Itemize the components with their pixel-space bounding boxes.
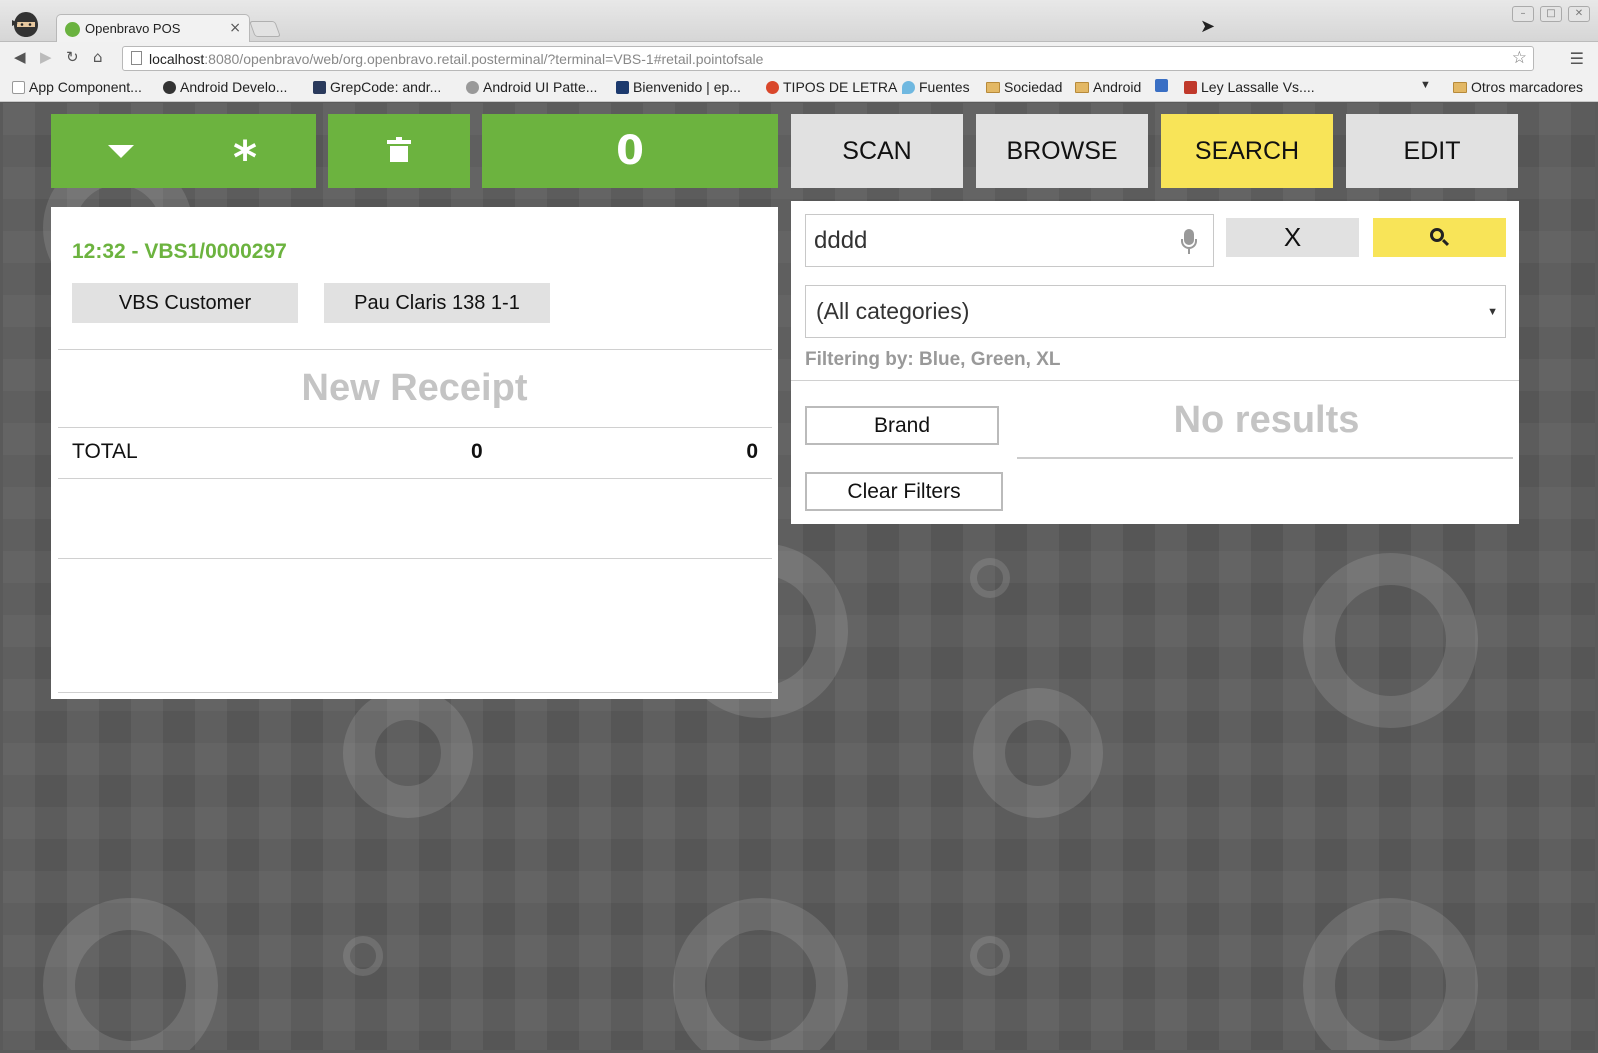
url-text: localhost:8080/openbravo/web/org.openbra… — [149, 51, 764, 67]
divider — [58, 558, 772, 559]
drop-icon — [902, 80, 915, 94]
folder-icon — [1453, 81, 1467, 93]
bookmark-item[interactable]: App Component... — [12, 79, 142, 95]
folder-icon — [986, 81, 1000, 93]
clear-filters-button[interactable]: Clear Filters — [805, 472, 1003, 511]
folder-icon — [1075, 81, 1089, 93]
divider — [58, 349, 772, 350]
bookmark-item[interactable]: Bienvenido | ep... — [616, 79, 741, 95]
trash-icon — [387, 137, 411, 162]
address-button[interactable]: Pau Claris 138 1-1 — [324, 283, 550, 323]
divider — [58, 427, 772, 428]
caret-down-icon — [108, 144, 134, 158]
bookmark-folder[interactable]: Android — [1075, 79, 1141, 95]
bookmark-item[interactable] — [1155, 79, 1172, 92]
openbravo-logo-icon — [43, 898, 218, 1050]
brand-filter-button[interactable]: Brand — [805, 406, 999, 445]
bookmark-item[interactable]: Fuentes — [902, 79, 970, 95]
bookmark-item[interactable]: Android UI Patte... — [466, 79, 597, 95]
tab-search[interactable]: SEARCH — [1161, 114, 1333, 188]
bookmark-icon — [1155, 79, 1168, 92]
pos-app: * 0 SCAN BROWSE SEARCH EDIT 12:32 - VBS1… — [3, 103, 1595, 1050]
openbravo-logo-icon — [1303, 898, 1478, 1050]
bookmark-star-icon[interactable]: ☆ — [1512, 48, 1527, 68]
bookmark-item[interactable]: GrepCode: andr... — [313, 79, 441, 95]
customer-button[interactable]: VBS Customer — [72, 283, 298, 323]
category-select[interactable]: (All categories) ▼ — [805, 285, 1506, 338]
close-window-icon[interactable]: ✕ — [1568, 6, 1590, 22]
android-icon — [163, 80, 176, 94]
address-bar[interactable]: localhost:8080/openbravo/web/org.openbra… — [122, 46, 1534, 71]
flag-icon — [1184, 80, 1197, 94]
ep-icon — [616, 80, 629, 94]
delete-order-button[interactable] — [328, 114, 470, 188]
divider — [1017, 457, 1513, 459]
browser-titlebar: Openbravo POS × ➤ – □ ✕ — [0, 0, 1598, 43]
openbravo-logo-icon — [1303, 553, 1478, 728]
divider — [791, 380, 1519, 381]
ninja-profile-icon[interactable] — [10, 10, 42, 38]
bookmarks-bar: App Component... Android Develo... GrepC… — [0, 74, 1598, 102]
divider — [58, 478, 772, 479]
search-icon — [1429, 227, 1450, 248]
total-label: TOTAL — [72, 440, 138, 463]
maximize-window-icon[interactable]: □ — [1540, 6, 1562, 22]
home-icon[interactable]: ⌂ — [93, 48, 103, 66]
browser-menu-icon[interactable]: ☰ — [1570, 49, 1584, 68]
openbravo-logo-icon — [970, 558, 1010, 598]
page-icon — [12, 80, 25, 94]
page-icon — [131, 51, 142, 65]
bookmarks-overflow-icon[interactable]: ▼ — [1420, 79, 1431, 91]
browser-tab[interactable]: Openbravo POS × — [56, 14, 250, 43]
other-bookmarks-folder[interactable]: Otros marcadores — [1453, 79, 1583, 95]
total-amount: 0 — [746, 440, 758, 463]
total-quantity: 0 — [471, 440, 483, 463]
filter-summary: Filtering by: Blue, Green, XL — [805, 349, 1061, 370]
back-arrow-icon[interactable]: ◀ — [14, 48, 26, 66]
openbravo-logo-icon — [973, 688, 1103, 818]
search-input[interactable]: dddd — [805, 214, 1214, 267]
reload-icon[interactable]: ↻ — [66, 48, 79, 66]
bookmark-item[interactable]: TIPOS DE LETRA — [766, 79, 897, 95]
bookmark-item[interactable]: Android Develo... — [163, 79, 287, 95]
minimize-window-icon[interactable]: – — [1512, 6, 1534, 22]
order-id: 12:32 - VBS1/0000297 — [72, 240, 287, 263]
no-results-label: No results — [1173, 399, 1360, 441]
mouse-cursor-icon: ➤ — [1200, 16, 1216, 37]
empty-receipt-label: New Receipt — [301, 367, 528, 409]
bookmark-item[interactable]: Ley Lassalle Vs.... — [1184, 79, 1315, 95]
forward-arrow-icon[interactable]: ▶ — [40, 48, 52, 66]
tab-close-icon[interactable]: × — [229, 20, 241, 36]
openbravo-logo-icon — [343, 688, 473, 818]
new-order-button[interactable]: * — [174, 114, 316, 188]
search-panel: dddd X (All categories) ▼ Filtering by: … — [791, 201, 1519, 524]
tab-browse[interactable]: BROWSE — [976, 114, 1148, 188]
receipt-panel: 12:32 - VBS1/0000297 VBS Customer Pau Cl… — [51, 207, 778, 699]
clear-search-button[interactable]: X — [1226, 218, 1359, 257]
bookmark-folder[interactable]: Sociedad — [986, 79, 1062, 95]
new-tab-button[interactable] — [249, 21, 281, 37]
divider — [58, 692, 772, 693]
openbravo-logo-icon — [343, 936, 383, 976]
openbravo-logo-icon — [970, 936, 1010, 976]
tab-scan[interactable]: SCAN — [791, 114, 963, 188]
browser-navbar: ◀ ▶ ↻ ⌂ localhost:8080/openbravo/web/org… — [0, 42, 1598, 74]
menu-dropdown-button[interactable] — [51, 114, 191, 188]
openbravo-logo-icon — [673, 898, 848, 1050]
letter-icon — [766, 80, 779, 94]
tab-title: Openbravo POS — [85, 21, 181, 36]
chevron-down-icon: ▼ — [1487, 306, 1498, 318]
search-button[interactable] — [1373, 218, 1506, 257]
tab-edit[interactable]: EDIT — [1346, 114, 1518, 188]
asterisk-icon: * — [232, 131, 258, 185]
category-selected-value: (All categories) — [816, 298, 970, 324]
pending-orders-counter-button[interactable]: 0 — [482, 114, 778, 188]
openbravo-favicon-icon — [65, 22, 80, 37]
grepcode-icon — [313, 80, 326, 94]
pattern-icon — [466, 80, 479, 94]
